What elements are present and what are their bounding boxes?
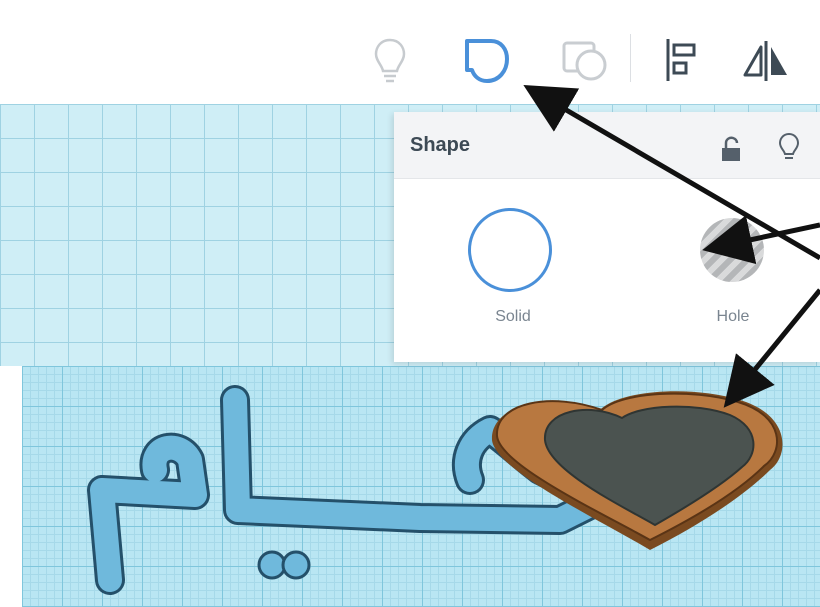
align-icon[interactable]	[650, 30, 710, 90]
mirror-icon[interactable]	[736, 30, 796, 90]
shape-panel: Shape Solid Hole	[394, 112, 820, 362]
solid-option[interactable]: Solid	[458, 208, 568, 328]
shape-panel-header: Shape	[394, 112, 820, 179]
toolbar	[0, 0, 820, 105]
hole-swatch[interactable]	[700, 218, 764, 282]
workplane-grid-near[interactable]	[22, 366, 820, 607]
shape-icon[interactable]	[456, 30, 516, 90]
hole-label: Hole	[716, 308, 750, 325]
panel-title: Shape	[410, 134, 471, 156]
solid-swatch[interactable]	[468, 208, 552, 292]
bulb-icon[interactable]	[360, 30, 420, 90]
solid-label: Solid	[495, 308, 531, 325]
bulb-icon[interactable]	[778, 132, 800, 167]
toolbar-divider	[630, 34, 631, 82]
hole-option[interactable]: Hole	[656, 208, 766, 328]
group-icon[interactable]	[554, 30, 614, 90]
workplane-margin	[0, 366, 22, 607]
lock-icon[interactable]	[720, 136, 742, 167]
